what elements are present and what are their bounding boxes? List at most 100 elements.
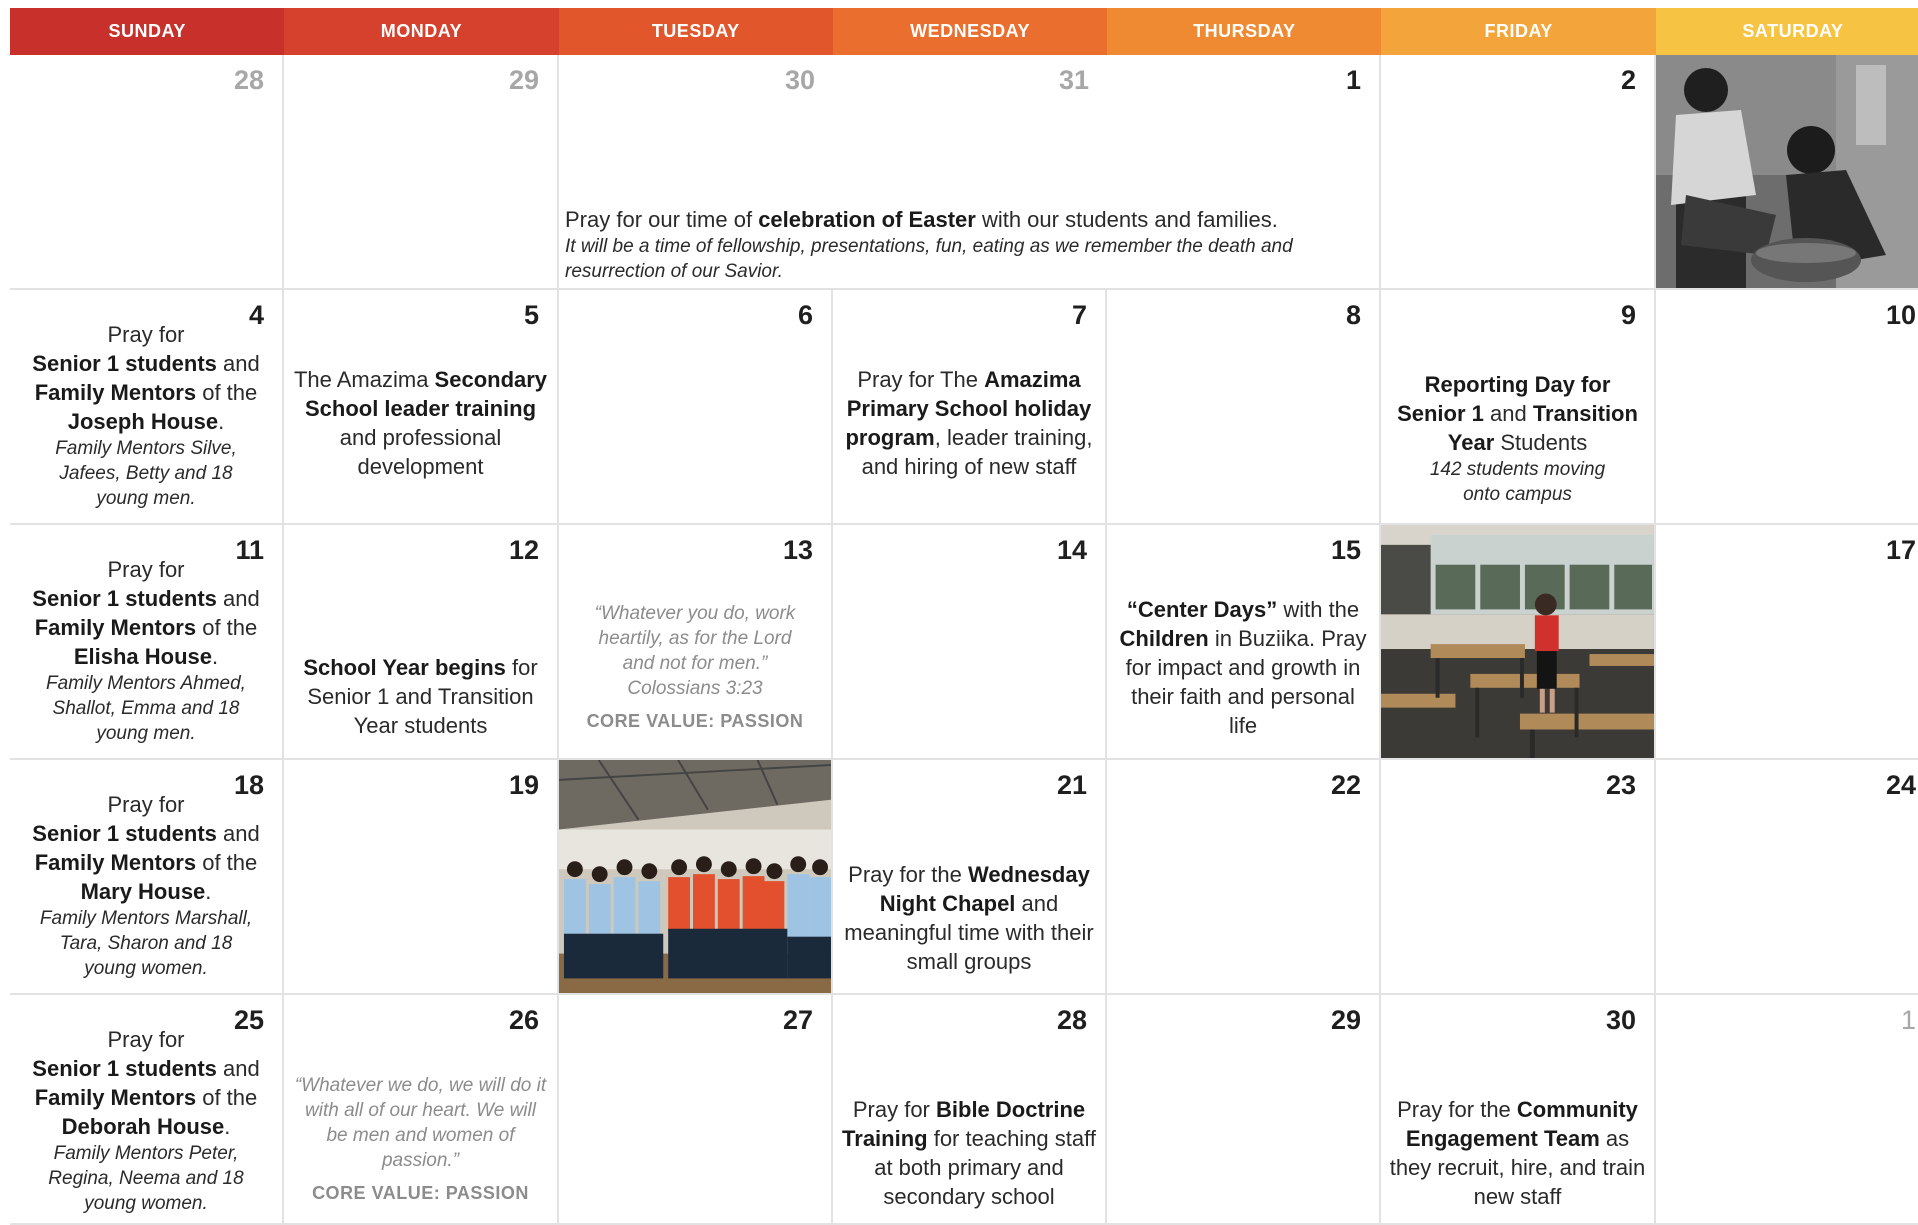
day-cell: 7 Pray for The Amazima Primary School ho… [833, 290, 1107, 525]
event: “Center Days” with the Children in Buzii… [1115, 595, 1371, 740]
weekday-header: SUNDAY MONDAY TUESDAY WEDNESDAY THURSDAY… [10, 8, 1918, 55]
day-wednesday: WEDNESDAY [832, 8, 1108, 55]
day-number: 30 [784, 65, 815, 95]
event-bold: Mary House [80, 879, 206, 904]
event-text: of the [196, 1085, 258, 1110]
day-cell: 27 [559, 995, 833, 1225]
event-text: of the [196, 380, 258, 405]
day-number: 7 [1071, 300, 1087, 330]
day-number: 9 [1620, 300, 1636, 330]
event-text: and [216, 1056, 260, 1081]
prayer-note: Pray for Senior 1 students and Family Me… [18, 790, 274, 981]
day-number: 29 [508, 65, 539, 95]
event-bold: Deborah House [61, 1114, 225, 1139]
event-note: Family Mentors Ahmed, Shallot, Emma and … [46, 673, 246, 744]
event-text: and [216, 821, 260, 846]
day-cell: 4 Pray for Senior 1 students and Family … [10, 290, 284, 525]
event-text: . [224, 1114, 231, 1139]
event: School Year begins for Senior 1 and Tran… [292, 653, 549, 740]
event-bold: “Center Days” [1126, 597, 1278, 622]
day-number: 26 [508, 1005, 539, 1035]
day-number: 28 [233, 65, 264, 95]
day-number: 14 [1056, 535, 1087, 565]
event-bold: Joseph House [67, 409, 219, 434]
day-number: 28 [1056, 1005, 1087, 1035]
event-text: Pray for the [1397, 1097, 1517, 1122]
scripture-quote: “Whatever you do, work heartily, as for … [567, 601, 823, 736]
day-cell: 14 [833, 525, 1107, 760]
prayer-note: Pray for Senior 1 students and Family Me… [18, 555, 274, 746]
day-number: 15 [1330, 535, 1361, 565]
day-number: 1 [1345, 65, 1361, 95]
day-cell: 24 [1656, 760, 1918, 995]
event-text: Pray for the [848, 862, 968, 887]
event-bold: Senior 1 students [32, 586, 217, 611]
photo-cell [1656, 55, 1918, 290]
event-text: The Amazima [293, 367, 435, 392]
event-text: Pray for [107, 322, 185, 347]
event-text: Pray for our time of [565, 207, 759, 232]
value-quote: “Whatever we do, we will do it with all … [292, 1073, 549, 1208]
day-cell: 6 [559, 290, 833, 525]
day-cell: 28 Pray for Bible Doctrine Training for … [833, 995, 1107, 1225]
day-cell: 10 [1656, 290, 1918, 525]
event-text: of the [196, 850, 258, 875]
prayer-note: Pray for Senior 1 students and Family Me… [18, 320, 274, 511]
event-text: with our students and families. [975, 207, 1278, 232]
day-number: 27 [782, 1005, 813, 1035]
event-text: and [216, 351, 260, 376]
choir-photo [559, 760, 831, 993]
day-number: 17 [1885, 535, 1916, 565]
day-cell: 28 [10, 55, 284, 290]
day-number: 5 [523, 300, 539, 330]
calendar: SUNDAY MONDAY TUESDAY WEDNESDAY THURSDAY… [10, 8, 1918, 1225]
day-monday: MONDAY [284, 8, 559, 55]
event-text: . [212, 644, 219, 669]
day-sunday: SUNDAY [10, 8, 285, 55]
day-number: 22 [1330, 770, 1361, 800]
event-note: Family Mentors Marshall, Tara, Sharon an… [39, 908, 253, 979]
event-text: Pray for [852, 1097, 936, 1122]
event: Pray for the Community Engagement Team a… [1389, 1095, 1646, 1211]
day-number: 21 [1056, 770, 1087, 800]
event-text: and professional development [339, 425, 502, 479]
prayer-note: Pray for Senior 1 students and Family Me… [18, 1025, 274, 1216]
day-number: 30 [1605, 1005, 1636, 1035]
event-bold: Senior 1 students [32, 821, 217, 846]
quote-text: “Whatever we do, we will do it with all … [294, 1075, 547, 1171]
event-bold: Family Mentors [34, 850, 197, 875]
day-number: 29 [1330, 1005, 1361, 1035]
event-text: Pray for [107, 792, 185, 817]
footwashing-photo [1656, 55, 1918, 288]
day-cell: 30 Pray for the Community Engagement Tea… [1381, 995, 1656, 1225]
day-cell: 1 [1656, 995, 1918, 1225]
event: Pray for The Amazima Primary School holi… [841, 365, 1097, 481]
day-friday: FRIDAY [1381, 8, 1656, 55]
day-number: 8 [1345, 300, 1361, 330]
day-cell: 13 “Whatever you do, work heartily, as f… [559, 525, 833, 760]
day-thursday: THURSDAY [1107, 8, 1382, 55]
event-bold: School Year begins [303, 655, 506, 680]
event-bold: Family Mentors [34, 380, 197, 405]
event-bold: Senior 1 students [32, 1056, 217, 1081]
event-bold: Family Mentors [34, 615, 197, 640]
day-number: 1 [1900, 1005, 1916, 1035]
day-number: 6 [797, 300, 813, 330]
event-bold: Senior 1 students [32, 351, 217, 376]
event-bold: Family Mentors [34, 1085, 197, 1110]
day-cell: 19 [284, 760, 559, 995]
quote-text: “Whatever you do, work heartily, as for … [594, 603, 796, 699]
core-value-label: CORE VALUE: PASSION [586, 711, 804, 731]
day-cell: 21 Pray for the Wednesday Night Chapel a… [833, 760, 1107, 995]
day-cell: 11 Pray for Senior 1 students and Family… [10, 525, 284, 760]
event-text: of the [196, 615, 258, 640]
day-number: 19 [508, 770, 539, 800]
event-note: It will be a time of fellowship, present… [565, 236, 1293, 282]
day-cell: 17 [1656, 525, 1918, 760]
photo-cell [559, 760, 833, 995]
calendar-grid: 28 29 30 31 1 2 Pray for our time of cel… [10, 55, 1918, 1225]
event: Reporting Day for Senior 1 and Transitio… [1389, 370, 1646, 507]
event-text: and [216, 586, 260, 611]
event-text: Pray for [107, 557, 185, 582]
day-number: 10 [1885, 300, 1916, 330]
